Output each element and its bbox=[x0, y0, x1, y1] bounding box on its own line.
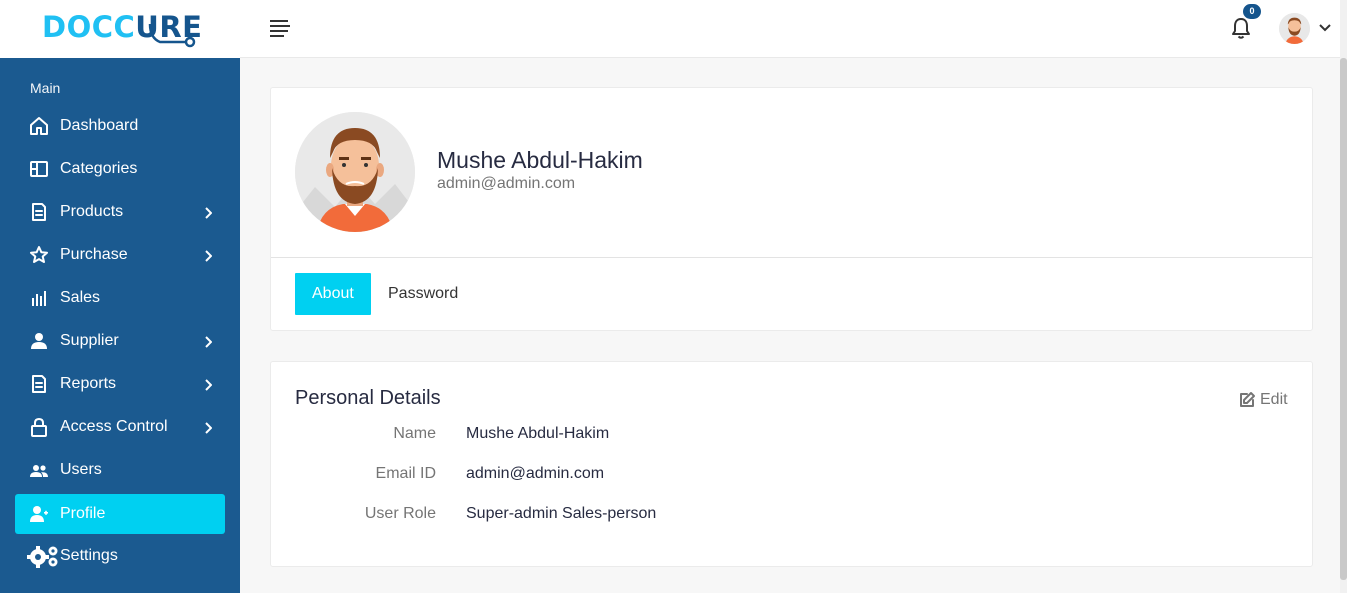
chevron-right-icon bbox=[204, 335, 213, 348]
sidebar-item-dashboard[interactable]: Dashboard bbox=[15, 106, 225, 146]
tab-password[interactable]: Password bbox=[371, 273, 475, 315]
edit-icon bbox=[1240, 392, 1255, 407]
user-avatar-image bbox=[1279, 13, 1310, 44]
chevron-down-icon bbox=[1318, 21, 1332, 35]
sidebar: Main Dashboard Categories Products Purch… bbox=[0, 58, 240, 593]
profile-name: Mushe Abdul-Hakim bbox=[437, 147, 643, 173]
avatar bbox=[1279, 13, 1310, 44]
sidebar-item-users[interactable]: Users bbox=[15, 450, 225, 490]
sidebar-item-access-control[interactable]: Access Control bbox=[15, 407, 225, 447]
chevron-right-icon bbox=[204, 421, 213, 434]
sidebar-toggle-button[interactable] bbox=[268, 17, 292, 39]
chevron-right-icon bbox=[204, 206, 213, 219]
sidebar-item-supplier[interactable]: Supplier bbox=[15, 321, 225, 361]
email-value: admin@admin.com bbox=[466, 465, 605, 482]
layout-icon bbox=[28, 159, 50, 179]
sidebar-item-profile[interactable]: Profile bbox=[15, 494, 225, 534]
document-icon bbox=[28, 374, 50, 394]
profile-email: admin@admin.com bbox=[437, 175, 576, 192]
logo[interactable]: DOCCURE bbox=[42, 8, 202, 52]
avatar bbox=[295, 112, 415, 232]
bar-chart-icon bbox=[28, 288, 50, 308]
edit-button[interactable]: Edit bbox=[1238, 390, 1290, 412]
stethoscope-icon bbox=[148, 23, 196, 48]
document-icon bbox=[28, 202, 50, 222]
top-header: DOCCURE 0 bbox=[0, 0, 1347, 58]
name-value: Mushe Abdul-Hakim bbox=[466, 425, 610, 442]
profile-avatar-image bbox=[295, 112, 415, 232]
home-icon bbox=[28, 116, 50, 136]
tab-about[interactable]: About bbox=[295, 273, 371, 315]
user-menu-dropdown[interactable] bbox=[1279, 13, 1335, 45]
star-icon bbox=[28, 245, 50, 265]
name-label: Name bbox=[393, 425, 436, 442]
scrollbar-thumb[interactable] bbox=[1340, 58, 1347, 580]
chevron-right-icon bbox=[204, 249, 213, 262]
sidebar-item-sales[interactable]: Sales bbox=[15, 278, 225, 318]
sidebar-item-purchase[interactable]: Purchase bbox=[15, 235, 225, 275]
chevron-right-icon bbox=[204, 378, 213, 391]
lock-icon bbox=[28, 417, 50, 437]
sidebar-item-products[interactable]: Products bbox=[15, 192, 225, 232]
user-role-label: User Role bbox=[364, 505, 436, 522]
sidebar-item-categories[interactable]: Categories bbox=[15, 149, 225, 189]
gears-icon bbox=[27, 544, 63, 568]
section-title: Personal Details bbox=[295, 387, 441, 409]
users-icon bbox=[28, 460, 50, 480]
sidebar-item-settings[interactable]: Settings bbox=[15, 536, 225, 576]
profile-header-card: Mushe Abdul-Hakim admin@admin.com About … bbox=[270, 87, 1313, 331]
user-role-value: Super-admin Sales-person bbox=[466, 505, 657, 522]
user-plus-icon bbox=[28, 504, 50, 524]
email-label: Email ID bbox=[375, 465, 436, 482]
notification-count-badge: 0 bbox=[1243, 4, 1261, 19]
sidebar-section-title: Main bbox=[30, 80, 61, 96]
person-icon bbox=[28, 331, 50, 351]
personal-details-card: Personal Details Edit Name Mushe Abdul-H… bbox=[270, 361, 1313, 567]
sidebar-item-reports[interactable]: Reports bbox=[15, 364, 225, 404]
logo-area: DOCCURE bbox=[0, 0, 240, 58]
menu-icon bbox=[270, 20, 290, 37]
divider bbox=[271, 257, 1312, 258]
